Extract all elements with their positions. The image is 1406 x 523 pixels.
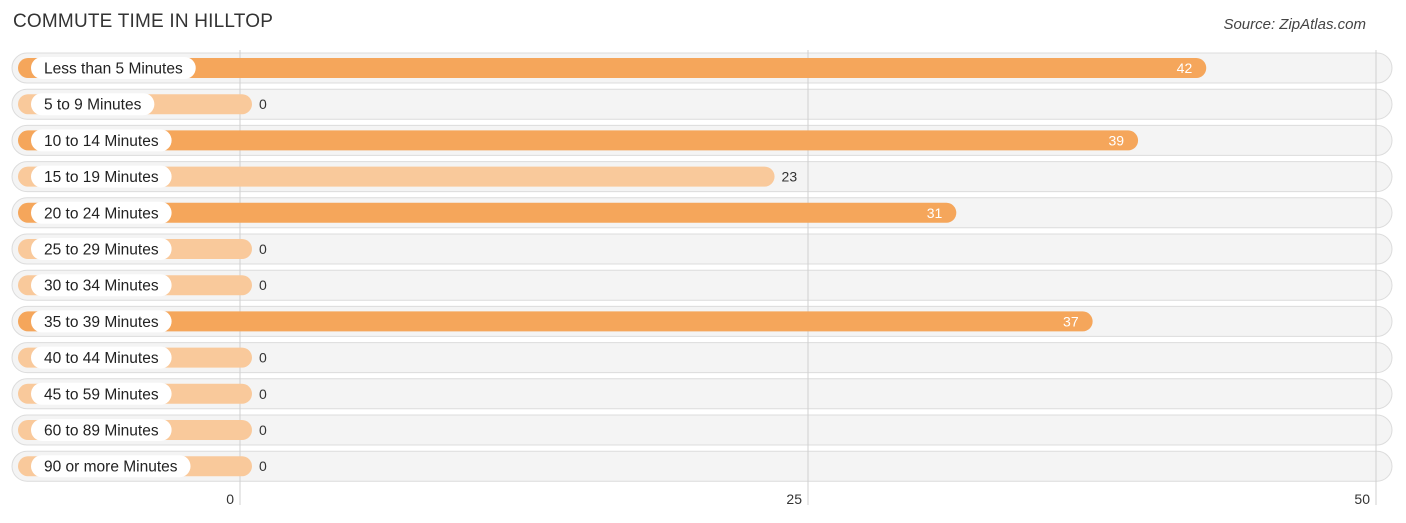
bar[interactable] [18,58,1207,78]
bar-group: 60 to 89 Minutes 0 [18,419,267,441]
bar[interactable] [18,130,1139,151]
value-label: 0 [259,458,267,474]
bar-group: 45 to 59 Minutes 0 [18,382,267,405]
category-label: 60 to 89 Minutes [44,423,159,440]
value-label: 39 [1109,132,1125,148]
bar-group: Less than 5 Minutes 42 [18,57,1207,79]
bar-group: 30 to 34 Minutes 0 [18,274,267,297]
x-tick-label: 0 [226,491,234,507]
category-label: 20 to 24 Minutes [44,205,159,222]
value-label: 0 [259,96,267,112]
category-label: 25 to 29 Minutes [44,242,159,259]
bar-group: 40 to 44 Minutes 0 [18,346,267,369]
value-label: 0 [259,350,267,366]
x-tick-label: 50 [1354,491,1370,507]
bar-group: 5 to 9 Minutes 0 [18,93,267,116]
bar-group: 15 to 19 Minutes 23 [18,165,798,188]
x-tick-label: 25 [786,491,802,507]
value-label: 42 [1177,60,1193,76]
value-label: 0 [259,386,267,402]
category-label: 5 to 9 Minutes [44,97,142,114]
value-label: 23 [782,169,798,185]
bar[interactable] [18,311,1093,332]
bar-group: 35 to 39 Minutes 37 [18,310,1093,333]
bar-group: 90 or more Minutes 0 [18,455,267,478]
value-label: 0 [259,422,267,438]
bar-group: 20 to 24 Minutes 31 [18,201,957,224]
value-label: 0 [259,241,267,257]
category-label: 10 to 14 Minutes [44,133,159,150]
category-label: 40 to 44 Minutes [44,350,159,367]
value-label: 0 [259,277,267,293]
category-label: 35 to 39 Minutes [44,314,159,331]
category-label: 90 or more Minutes [44,459,178,476]
category-label: 30 to 34 Minutes [44,278,159,295]
bar-group: 10 to 14 Minutes 39 [18,129,1139,152]
value-label: 31 [927,205,943,221]
category-label: Less than 5 Minutes [44,61,183,78]
bar-group: 25 to 29 Minutes 0 [18,238,267,260]
category-label: 15 to 19 Minutes [44,169,159,186]
category-label: 45 to 59 Minutes [44,386,159,403]
value-label: 37 [1063,313,1079,329]
bar-chart: Less than 5 Minutes 42 5 to 9 Minutes 0 10 t… [11,50,1393,507]
